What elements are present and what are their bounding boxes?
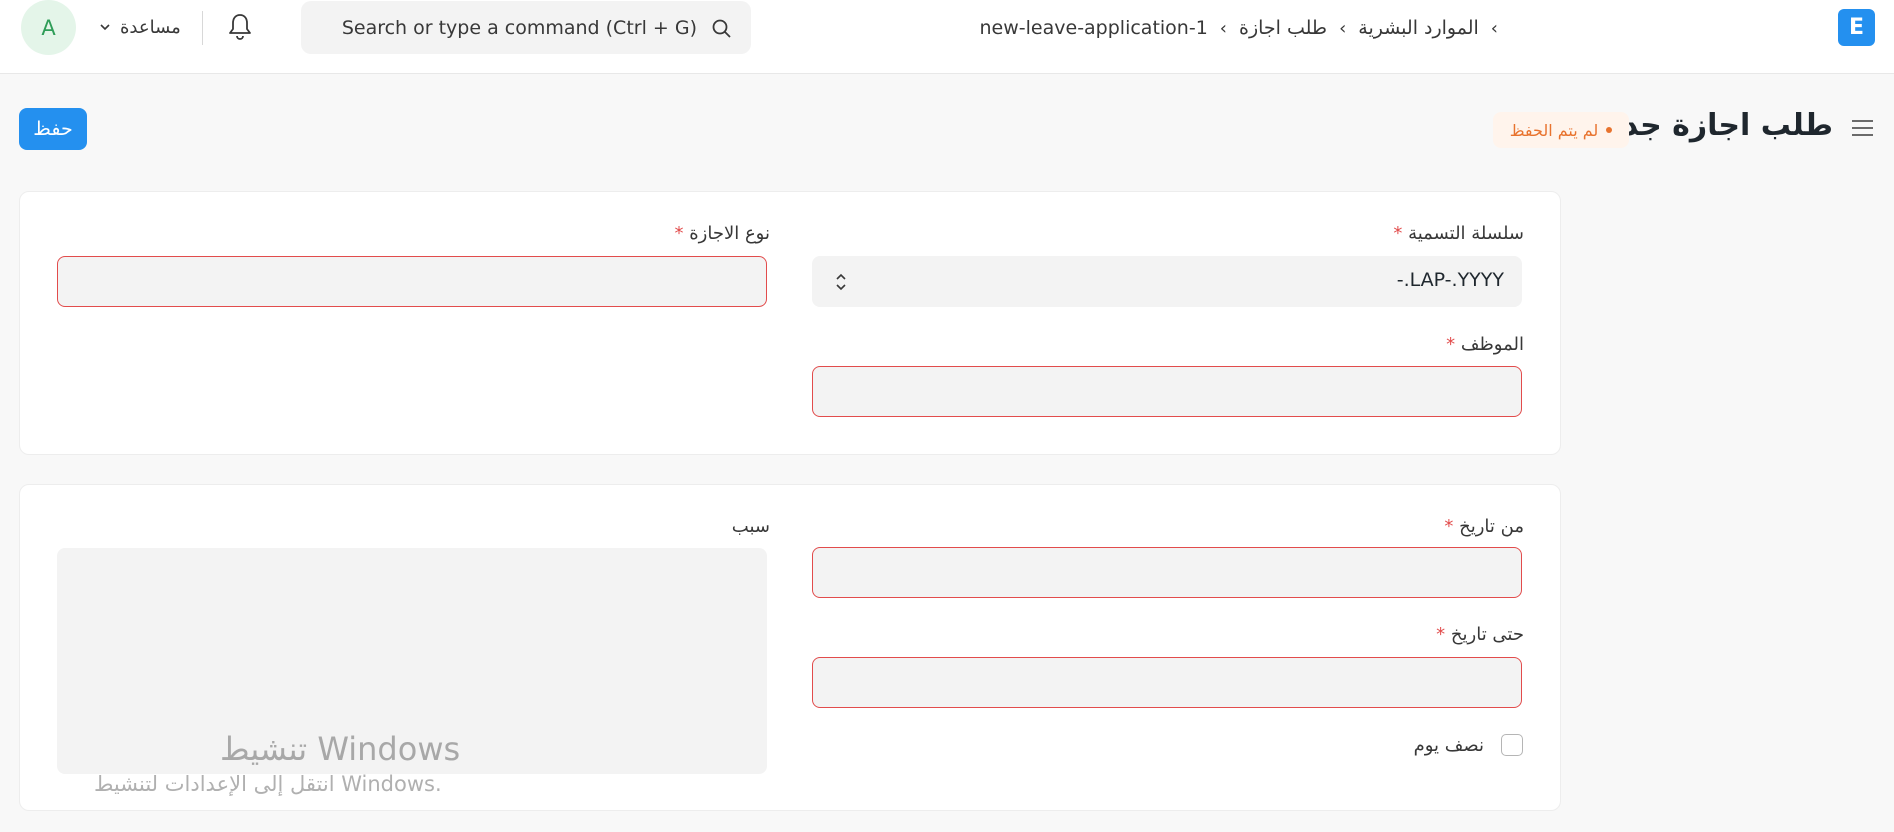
- chevron-left-icon: ‹: [1219, 17, 1227, 39]
- page-title: طلب اجازة جديد: [1594, 108, 1833, 143]
- windows-activation-title: تنشيط Windows: [220, 730, 461, 768]
- employee-input[interactable]: [812, 366, 1522, 417]
- windows-activation-subtitle: انتقل إلى الإعدادات لتنشيط Windows.: [94, 772, 442, 796]
- chevron-left-icon: ‹: [1339, 17, 1347, 39]
- form-section-details: سلسلة التسمية * -.LAP-.YYYY نوع الاجازة …: [19, 191, 1561, 455]
- save-button[interactable]: حفظ: [19, 108, 87, 150]
- search-placeholder: Search or type a command (Ctrl + G): [341, 16, 697, 39]
- user-avatar[interactable]: A: [21, 0, 76, 55]
- help-dropdown[interactable]: مساعدة: [98, 14, 181, 40]
- breadcrumb-module[interactable]: الموارد البشرية: [1358, 17, 1479, 39]
- to-date-label: حتى تاريخ *: [1436, 624, 1524, 645]
- reason-label: سبب: [731, 516, 770, 537]
- help-label: مساعدة: [120, 16, 181, 38]
- leave-type-label: نوع الاجازة *: [674, 223, 770, 244]
- to-date-input[interactable]: [812, 657, 1522, 708]
- status-text: لم يتم الحفظ: [1509, 120, 1599, 140]
- breadcrumb-doctype[interactable]: طلب اجازة: [1239, 17, 1327, 39]
- chevron-down-icon: [100, 24, 110, 31]
- from-date-input[interactable]: [812, 547, 1522, 598]
- naming-series-label: سلسلة التسمية *: [1393, 223, 1524, 244]
- breadcrumb: new-leave-application-1 ‹ طلب اجازة ‹ ال…: [980, 13, 1498, 43]
- employee-label: الموظف *: [1446, 334, 1524, 355]
- naming-series-value: -.LAP-.YYYY: [1396, 269, 1504, 291]
- status-badge: لم يتم الحفظ: [1493, 112, 1629, 148]
- select-arrows-icon: [836, 273, 846, 291]
- search-icon: [712, 19, 731, 38]
- half-day-checkbox[interactable]: [1501, 734, 1523, 756]
- chevron-left-icon: ‹: [1490, 17, 1498, 39]
- sidebar-toggle-icon[interactable]: [1850, 117, 1875, 139]
- leave-type-input[interactable]: [57, 256, 767, 307]
- top-navbar: A مساعدة Search or type a command (Ctrl …: [0, 0, 1894, 74]
- half-day-label: نصف يوم: [1413, 735, 1484, 756]
- breadcrumb-current-doc[interactable]: new-leave-application-1: [980, 17, 1208, 39]
- from-date-label: من تاريخ *: [1444, 516, 1524, 537]
- notification-bell-icon[interactable]: [226, 12, 254, 42]
- app-logo[interactable]: E: [1838, 9, 1875, 46]
- status-dot-icon: [1606, 127, 1613, 133]
- awesomebar-search-input[interactable]: Search or type a command (Ctrl + G): [301, 1, 751, 54]
- navbar-divider: [202, 11, 203, 45]
- naming-series-select[interactable]: -.LAP-.YYYY: [812, 256, 1522, 307]
